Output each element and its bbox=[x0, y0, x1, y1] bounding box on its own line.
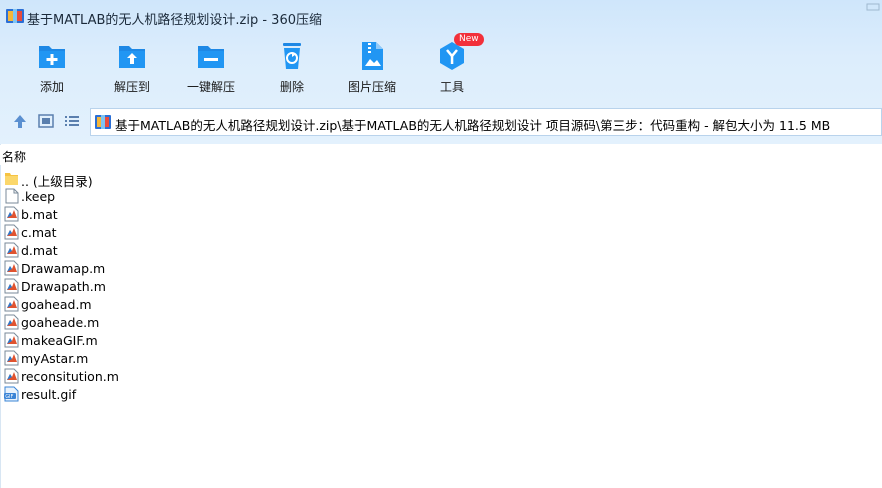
tools-button-label: 工具 bbox=[439, 80, 464, 94]
file-name: b.mat bbox=[21, 207, 58, 222]
tools-button[interactable]: 工具 bbox=[415, 40, 489, 98]
archive-app-icon bbox=[6, 9, 24, 23]
image-compress-icon bbox=[362, 42, 383, 70]
svg-text:GIF: GIF bbox=[5, 394, 13, 400]
window-title: 基于MATLAB的无人机路径规划设计.zip - 360压缩 bbox=[27, 13, 322, 28]
add-button-label: 添加 bbox=[39, 80, 64, 94]
new-badge: New bbox=[454, 33, 484, 46]
extract-to-button-label: 解压到 bbox=[113, 80, 150, 94]
add-icon bbox=[39, 46, 65, 68]
list-item[interactable]: makeaGIF.m bbox=[0, 331, 300, 349]
window-control-icon[interactable] bbox=[864, 2, 882, 12]
matlab-file-icon bbox=[4, 332, 19, 348]
gif-file-icon: GIF bbox=[4, 386, 19, 402]
extract-to-button[interactable]: 解压到 bbox=[95, 40, 169, 98]
delete-button[interactable]: 删除 bbox=[255, 40, 329, 98]
up-arrow-icon[interactable] bbox=[11, 113, 29, 129]
list-item-parent-folder[interactable]: .. (上级目录) bbox=[0, 169, 300, 189]
header-area: 基于MATLAB的无人机路径规划设计.zip - 360压缩 添加 解压到 一键… bbox=[0, 0, 882, 144]
matlab-file-icon bbox=[4, 296, 19, 312]
list-item[interactable]: Drawapath.m bbox=[0, 277, 300, 295]
folder-icon bbox=[5, 173, 18, 185]
matlab-file-icon bbox=[4, 224, 19, 240]
matlab-file-icon bbox=[4, 368, 19, 384]
list-item[interactable]: Drawamap.m bbox=[0, 259, 300, 277]
title-bar: 基于MATLAB的无人机路径规划设计.zip - 360压缩 bbox=[0, 0, 882, 32]
matlab-file-icon bbox=[4, 314, 19, 330]
image-compress-button-label: 图片压缩 bbox=[347, 80, 396, 94]
archive-icon bbox=[95, 115, 111, 129]
file-name: c.mat bbox=[21, 225, 57, 240]
matlab-file-icon bbox=[4, 278, 19, 294]
list-item[interactable]: .keep bbox=[0, 187, 300, 205]
file-name: Drawapath.m bbox=[21, 279, 106, 294]
matlab-file-icon bbox=[4, 350, 19, 366]
delete-button-label: 删除 bbox=[279, 80, 304, 94]
add-button[interactable]: 添加 bbox=[15, 40, 89, 98]
column-header-label: 名称 bbox=[2, 150, 27, 164]
list-item[interactable]: goaheade.m bbox=[0, 313, 300, 331]
file-name: result.gif bbox=[21, 387, 77, 402]
list-item[interactable]: goahead.m bbox=[0, 295, 300, 313]
list-item[interactable]: reconsitution.m bbox=[0, 367, 300, 385]
matlab-file-icon bbox=[4, 206, 19, 222]
image-compress-button[interactable]: 图片压缩 bbox=[335, 40, 409, 98]
blank-file-icon bbox=[5, 188, 19, 204]
navigation-bar: 基于MATLAB的无人机路径规划设计.zip\基于MATLAB的无人机路径规划设… bbox=[0, 105, 882, 139]
address-bar[interactable]: 基于MATLAB的无人机路径规划设计.zip\基于MATLAB的无人机路径规划设… bbox=[90, 108, 882, 136]
file-name: goahead.m bbox=[21, 297, 92, 312]
file-name: myAstar.m bbox=[21, 351, 89, 366]
one-click-extract-icon bbox=[198, 46, 224, 68]
list-item[interactable]: myAstar.m bbox=[0, 349, 300, 367]
list-item[interactable]: c.mat bbox=[0, 223, 300, 241]
file-name: reconsitution.m bbox=[21, 369, 119, 384]
list-item[interactable]: b.mat bbox=[0, 205, 300, 223]
file-name: .keep bbox=[21, 189, 56, 204]
one-click-extract-button[interactable]: 一键解压 bbox=[174, 40, 248, 98]
file-name: makeaGIF.m bbox=[21, 333, 98, 348]
file-name: Drawamap.m bbox=[21, 261, 106, 276]
thumbnail-view-icon[interactable] bbox=[37, 113, 55, 129]
column-header-name[interactable]: 名称 bbox=[0, 145, 882, 165]
list-view-icon[interactable] bbox=[63, 113, 81, 129]
address-path: 基于MATLAB的无人机路径规划设计.zip\基于MATLAB的无人机路径规划设… bbox=[115, 118, 831, 133]
extract-to-icon bbox=[119, 46, 145, 68]
one-click-extract-button-label: 一键解压 bbox=[186, 80, 235, 94]
file-name: d.mat bbox=[21, 243, 58, 258]
file-name: goaheade.m bbox=[21, 315, 100, 330]
list-item[interactable]: d.mat bbox=[0, 241, 300, 259]
list-item[interactable]: GIF result.gif bbox=[0, 385, 300, 403]
matlab-file-icon bbox=[4, 242, 19, 258]
delete-icon bbox=[283, 43, 301, 69]
matlab-file-icon bbox=[4, 260, 19, 276]
